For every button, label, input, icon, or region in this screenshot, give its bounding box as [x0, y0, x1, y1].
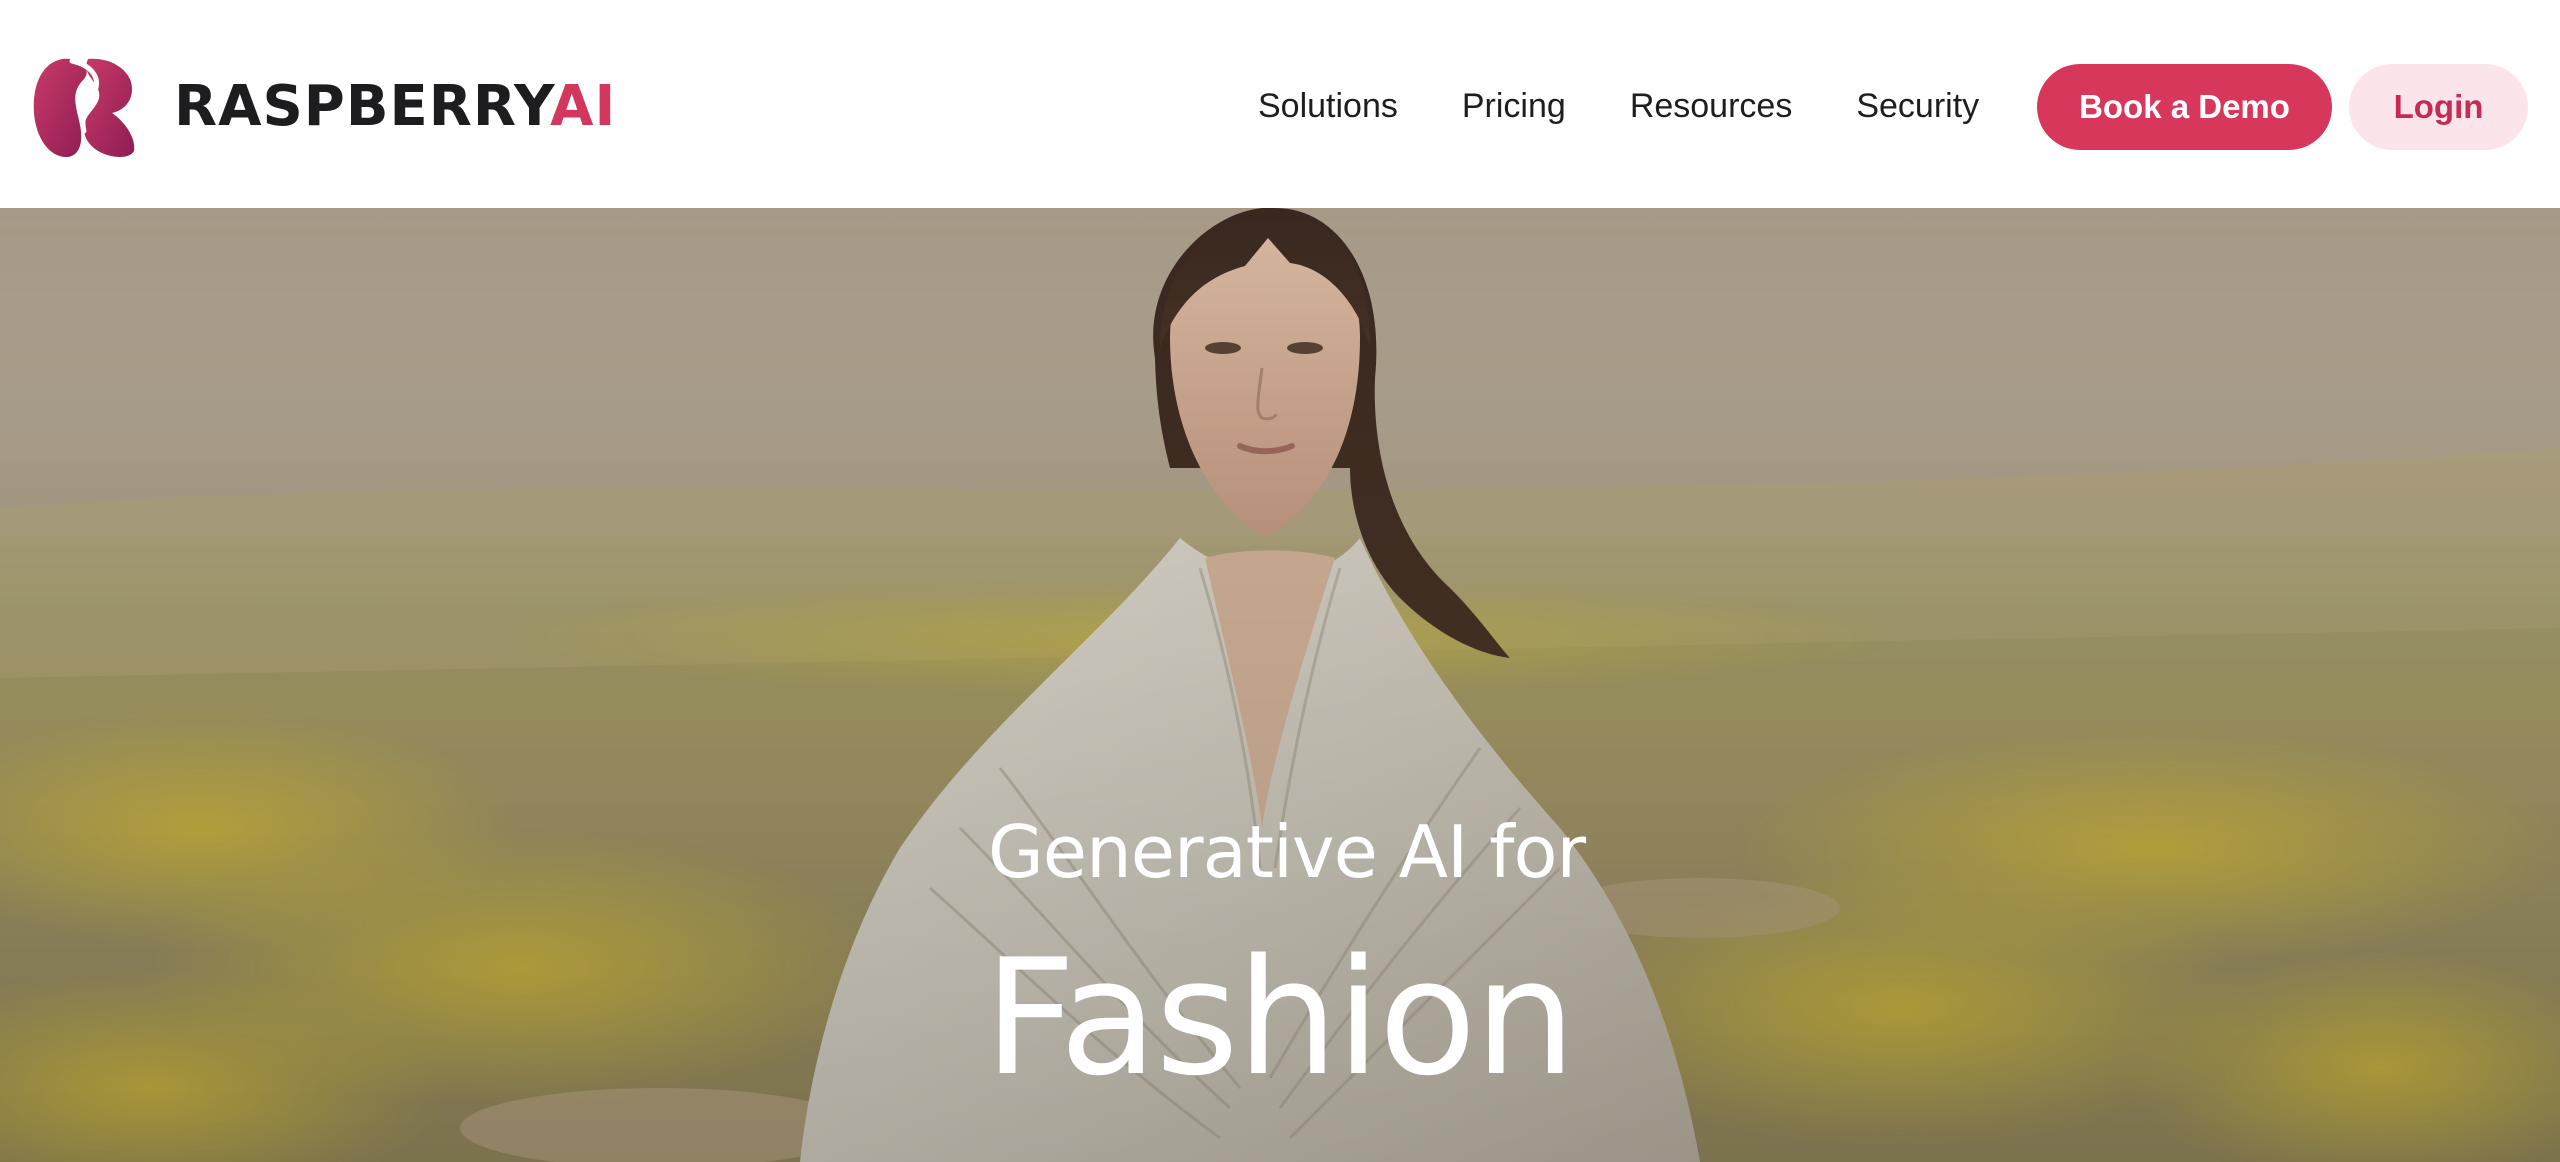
brand-name: RASPBERRYAI: [174, 79, 616, 135]
brand-logo[interactable]: RASPBERRYAI: [32, 55, 616, 159]
hero-background-image: [0, 208, 2560, 1162]
nav-item-solutions[interactable]: Solutions: [1258, 87, 1398, 126]
brand-name-main: RASPBERRY: [174, 74, 551, 139]
raspberry-logo-icon: [33, 58, 135, 157]
login-button[interactable]: Login: [2349, 64, 2528, 150]
brand-name-accent: AI: [550, 74, 617, 139]
nav-item-resources[interactable]: Resources: [1630, 87, 1793, 126]
nav-item-security[interactable]: Security: [1856, 87, 1979, 126]
book-demo-button[interactable]: Book a Demo: [2037, 64, 2332, 150]
hero-section: Generative AI for Fashion: [0, 208, 2560, 1162]
site-header: RASPBERRYAI Solutions Pricing Resources …: [0, 0, 2560, 208]
main-nav: Solutions Pricing Resources Security: [1258, 0, 1979, 212]
nav-item-pricing[interactable]: Pricing: [1462, 87, 1566, 126]
